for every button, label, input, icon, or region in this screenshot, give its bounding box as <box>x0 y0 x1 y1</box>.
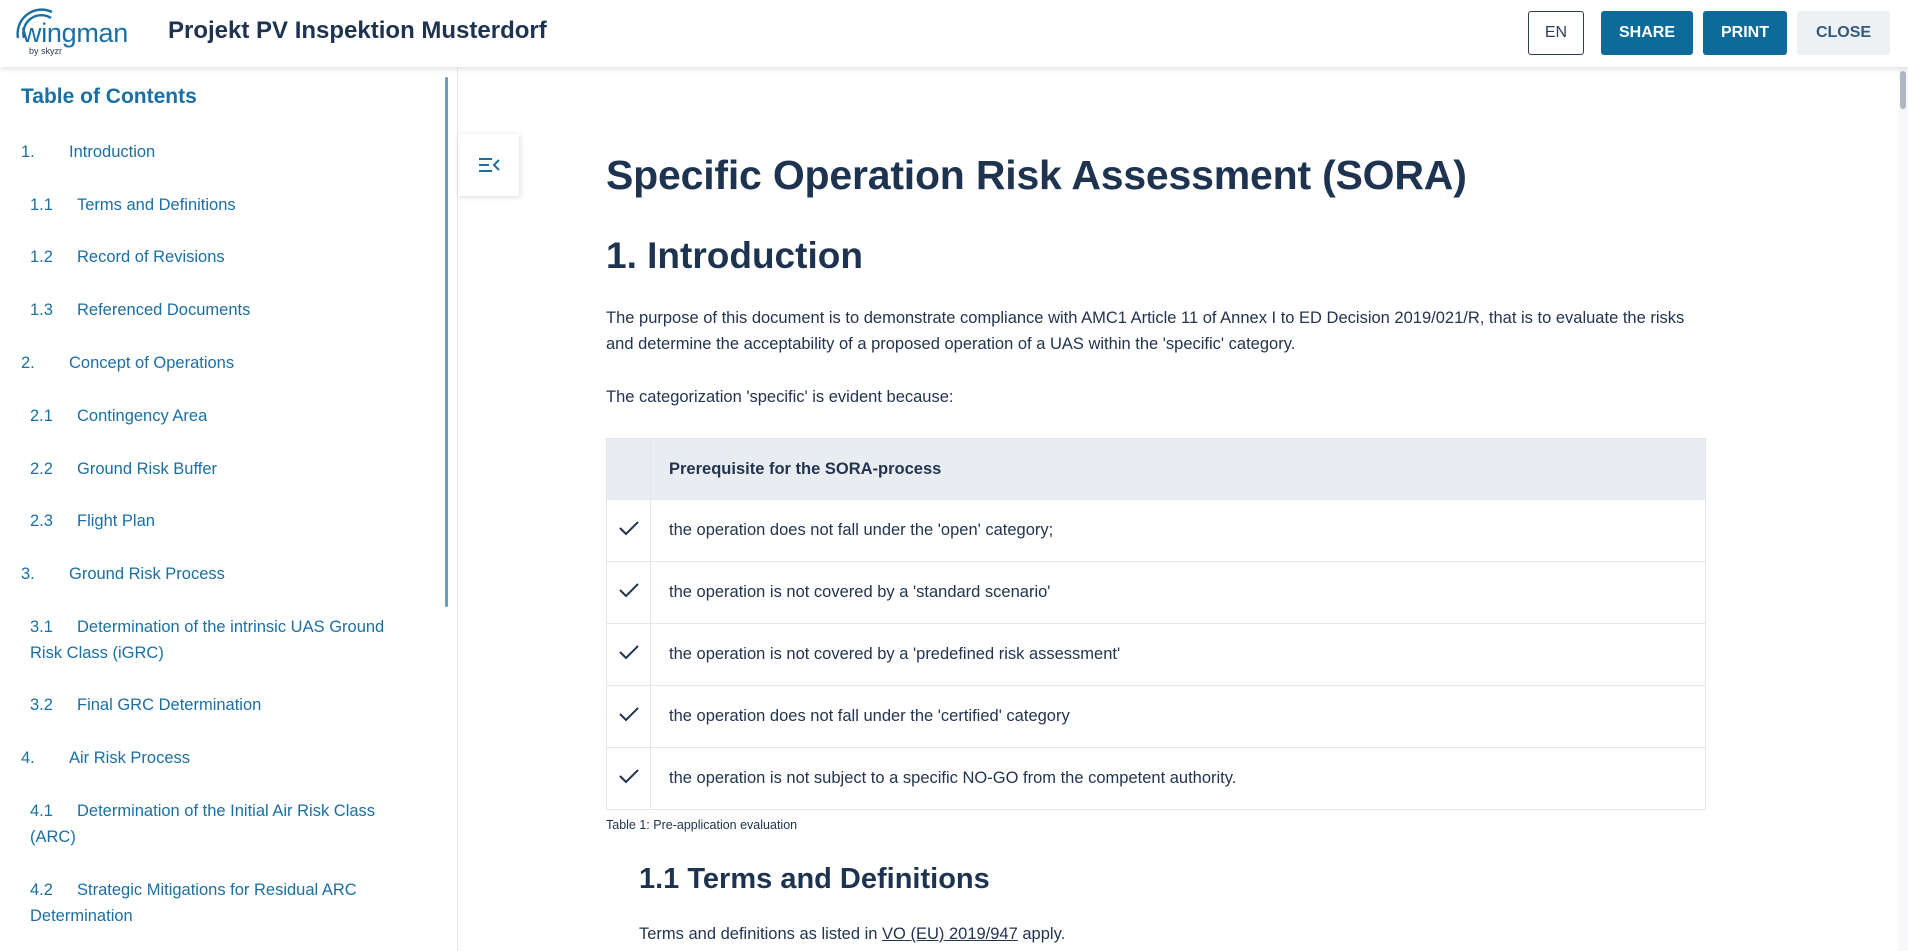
toc-item-contingency-area[interactable]: 2.1 Contingency Area <box>30 403 430 429</box>
terms-suffix: apply. <box>1017 925 1066 943</box>
toc-item-label: Terms and Definitions <box>77 196 236 214</box>
table-row: the operation does not fall under the 'o… <box>606 499 1706 562</box>
table-header-prerequisite: Prerequisite for the SORA-process <box>650 438 1706 500</box>
prerequisite-table: Prerequisite for the SORA-process the op… <box>606 438 1706 810</box>
toc-item-label: Air Risk Process <box>69 749 191 767</box>
toc-item-record-of-revisions[interactable]: 1.2 Record of Revisions <box>30 244 430 270</box>
logo-wordmark: wingman <box>22 18 128 48</box>
page-scrollbar-thumb[interactable] <box>1900 71 1906 109</box>
toc-item-label: Contingency Area <box>77 407 208 425</box>
print-button[interactable]: PRINT <box>1703 11 1787 55</box>
table-header-empty <box>606 438 651 500</box>
language-button[interactable]: EN <box>1528 11 1584 55</box>
document-title: Specific Operation Risk Assessment (SORA… <box>606 152 1467 198</box>
collapse-menu-icon <box>478 158 500 172</box>
table-row: the operation is not subject to a specif… <box>606 747 1706 810</box>
checkmark-icon <box>618 583 639 598</box>
toc-item-introduction[interactable]: 1. Introduction <box>21 139 421 165</box>
checkmark-icon <box>618 521 639 536</box>
toc-item-initial-arc[interactable]: 4.1 Determination of the Initial Air Risk… <box>30 798 420 850</box>
toc-item-label: Record of Revisions <box>77 248 225 266</box>
page-scrollbar[interactable] <box>1898 67 1908 951</box>
checkmark-icon <box>618 645 639 660</box>
toc-item-label: Determination of the intrinsic UAS Groun… <box>30 618 385 662</box>
toc-item-number: 3.2 <box>30 696 53 714</box>
toc-item-number: 4.1 <box>30 802 53 820</box>
intro-paragraph: The purpose of this document is to demon… <box>606 309 1685 353</box>
toc-item-number: 3. <box>21 565 35 583</box>
toc-item-label: Introduction <box>69 143 156 161</box>
table-cell: the operation is not covered by a 'stand… <box>650 561 1706 624</box>
terms-prefix: Terms and definitions as listed in <box>639 925 883 943</box>
table-row: the operation does not fall under the 'c… <box>606 685 1706 748</box>
section-heading-terms-definitions: 1.1 Terms and Definitions <box>639 863 990 895</box>
toc-item-label: Referenced Documents <box>77 301 251 319</box>
toc-item-ground-risk-buffer[interactable]: 2.2 Ground Risk Buffer <box>30 456 430 482</box>
toc-item-label: Concept of Operations <box>69 354 235 372</box>
table-header-row: Prerequisite for the SORA-process <box>606 438 1706 500</box>
toc-collapse-button[interactable] <box>458 134 519 196</box>
wingman-logo[interactable]: wingman by skyzr <box>12 8 142 58</box>
section-heading-introduction: 1. Introduction <box>606 235 863 276</box>
checkmark-icon <box>618 707 639 722</box>
toc-item-strategic-mitigations[interactable]: 4.2 Strategic Mitigations for Residual AR… <box>30 877 420 929</box>
table-caption: Table 1: Pre-application evaluation <box>606 818 798 832</box>
toc-item-number: 2.2 <box>30 460 53 478</box>
toc-item-referenced-documents[interactable]: 1.3 Referenced Documents <box>30 297 430 323</box>
toc-item-number: 2. <box>21 354 35 372</box>
checkmark-icon <box>618 769 639 784</box>
top-bar: wingman by skyzr Projekt PV Inspektion M… <box>0 0 1908 67</box>
toc-item-air-risk-process[interactable]: 4. Air Risk Process <box>21 745 421 771</box>
toc-item-label: Flight Plan <box>77 512 155 530</box>
toc-item-flight-plan[interactable]: 2.3 Flight Plan <box>30 508 430 534</box>
table-cell: the operation does not fall under the 'o… <box>650 499 1706 562</box>
checkmark-cell <box>606 561 651 624</box>
toc-heading: Table of Contents <box>21 85 197 108</box>
table-row: the operation is not covered by a 'prede… <box>606 623 1706 686</box>
toc-item-igrc[interactable]: 3.1 Determination of the intrinsic UAS Gr… <box>30 614 420 666</box>
toc-item-label: Ground Risk Buffer <box>77 460 218 478</box>
logo-subtitle: by skyzr <box>29 46 63 56</box>
toc-item-number: 1.2 <box>30 248 53 266</box>
table-cell: the operation is not covered by a 'prede… <box>650 623 1706 686</box>
toc-item-number: 3.1 <box>30 618 53 636</box>
toc-item-label: Ground Risk Process <box>69 565 225 583</box>
toc-item-label: Determination of the Initial Air Risk Cl… <box>30 802 376 846</box>
sidebar-scrollbar[interactable] <box>445 77 448 607</box>
toc-item-final-grc[interactable]: 3.2 Final GRC Determination <box>30 692 430 718</box>
checkmark-cell <box>606 685 651 748</box>
toc-item-label: Strategic Mitigations for Residual ARC D… <box>30 881 357 925</box>
toc-item-label: Final GRC Determination <box>77 696 262 714</box>
toc-item-ground-risk-process[interactable]: 3. Ground Risk Process <box>21 561 421 587</box>
checkmark-cell <box>606 747 651 810</box>
table-cell: the operation does not fall under the 'c… <box>650 685 1706 748</box>
checkmark-cell <box>606 623 651 686</box>
toc-item-number: 1.3 <box>30 301 53 319</box>
toc-item-number: 2.1 <box>30 407 53 425</box>
categorization-text: The categorization 'specific' is evident… <box>606 388 954 406</box>
table-row: the operation is not covered by a 'stand… <box>606 561 1706 624</box>
toc-item-number: 1. <box>21 143 35 161</box>
terms-paragraph: Terms and definitions as listed in VO (E… <box>639 925 1065 944</box>
table-cell: the operation is not subject to a specif… <box>650 747 1706 810</box>
document-content: Specific Operation Risk Assessment (SORA… <box>606 67 1706 951</box>
toc-item-number: 2.3 <box>30 512 53 530</box>
toc-item-concept-of-operations[interactable]: 2. Concept of Operations <box>21 350 421 376</box>
toc-item-terms-definitions[interactable]: 1.1 Terms and Definitions <box>30 192 430 218</box>
close-button[interactable]: CLOSE <box>1797 11 1890 55</box>
checkmark-cell <box>606 499 651 562</box>
regulation-link[interactable]: VO (EU) 2019/947 <box>882 925 1018 943</box>
project-title: Projekt PV Inspektion Musterdorf <box>168 17 547 44</box>
toc-item-number: 1.1 <box>30 196 53 214</box>
toc-item-number: 4. <box>21 749 35 767</box>
toc-sidebar: Table of Contents 1. Introduction 1.1 Term… <box>0 67 458 951</box>
share-button[interactable]: SHARE <box>1601 11 1693 55</box>
toc-item-number: 4.2 <box>30 881 53 899</box>
